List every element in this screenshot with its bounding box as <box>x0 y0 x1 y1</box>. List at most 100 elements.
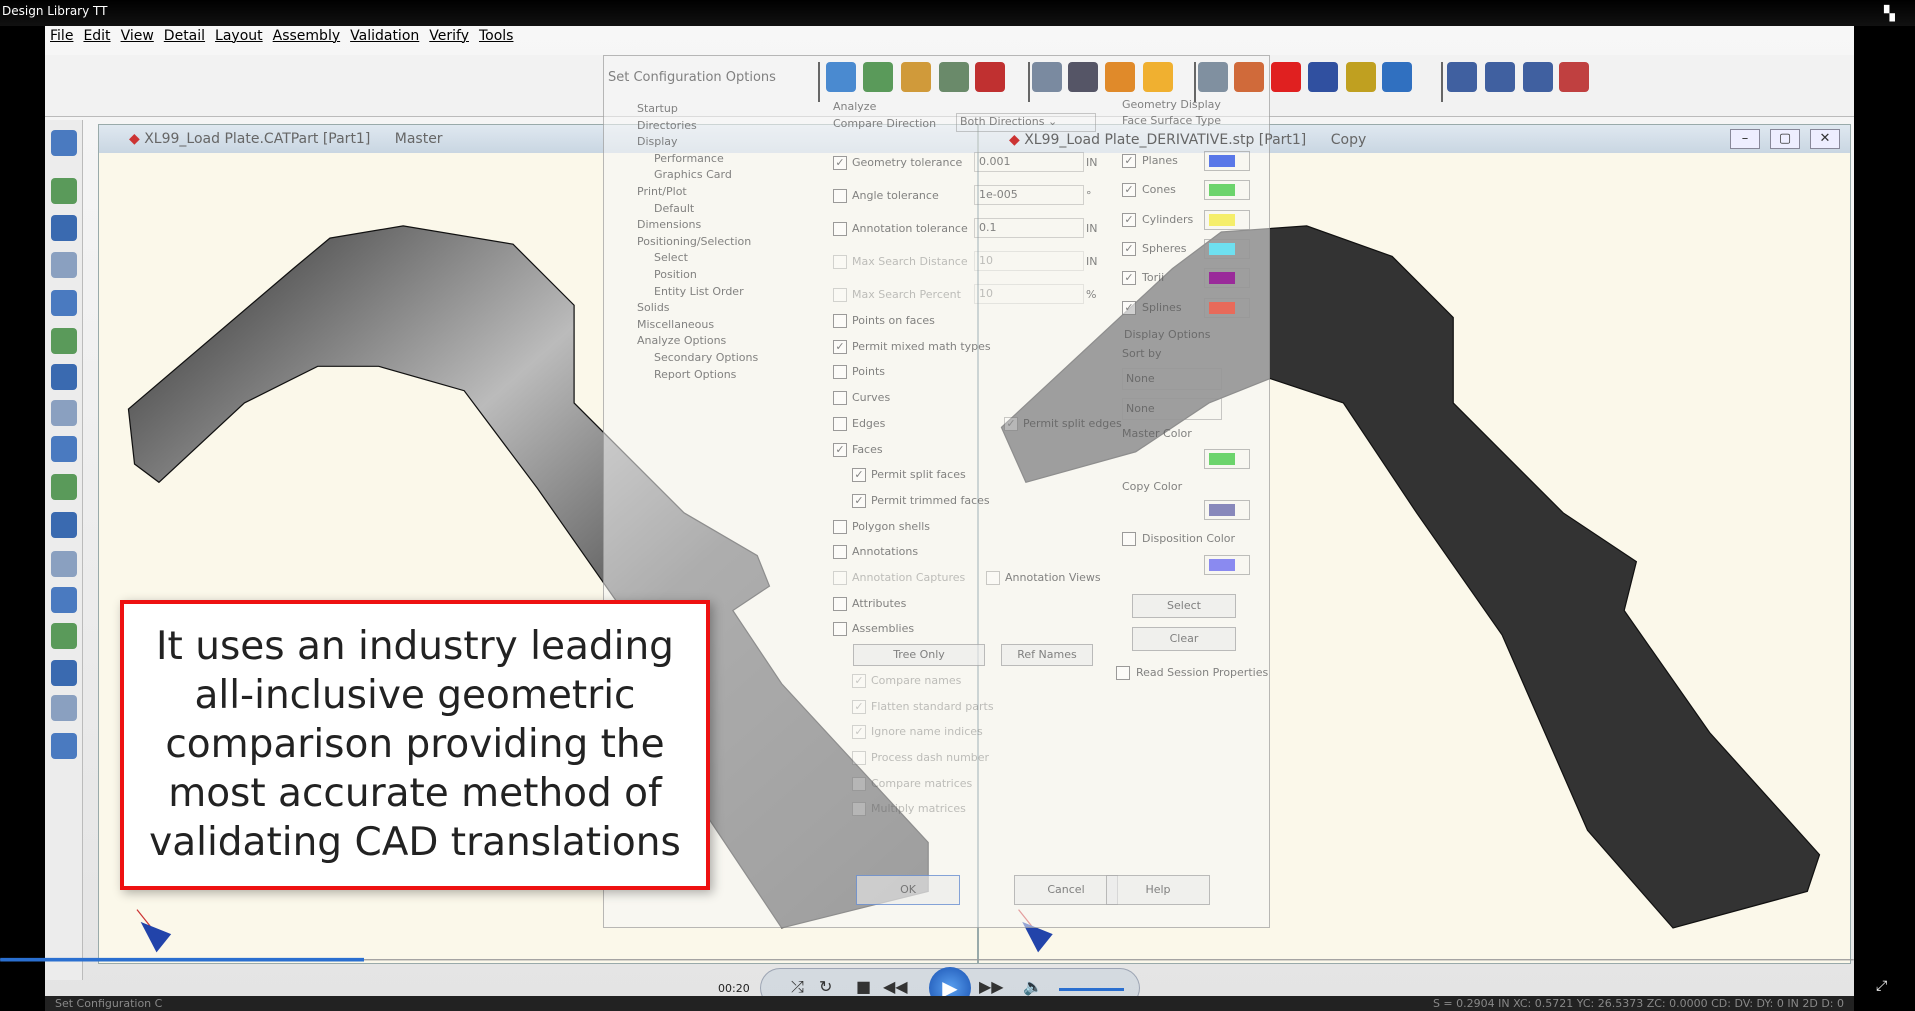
tree-item[interactable]: Dimensions <box>637 218 701 231</box>
surface-color-picker[interactable] <box>1204 180 1250 201</box>
surface-color-picker[interactable] <box>1204 268 1250 289</box>
close-button[interactable]: ✕ <box>1810 129 1840 149</box>
toolbar-button-icon[interactable] <box>900 62 931 92</box>
option-checkbox[interactable] <box>833 189 847 203</box>
toolbar-button-icon[interactable] <box>1142 62 1173 92</box>
toolbar-button-icon[interactable] <box>1234 62 1265 92</box>
toolbar-button-icon[interactable] <box>1446 62 1477 92</box>
next-button[interactable]: ▶▶ <box>979 977 1004 996</box>
stop-button[interactable]: ■ <box>856 977 871 996</box>
previous-button[interactable]: ◀◀ <box>883 977 908 996</box>
sort-by-select-1[interactable]: None <box>1122 368 1222 390</box>
tree-item[interactable]: Performance <box>654 152 724 165</box>
compare-direction-select[interactable]: Both Directions ⌄ <box>956 113 1096 132</box>
toolbar-button-icon[interactable] <box>1382 62 1413 92</box>
tree-item[interactable]: Report Options <box>654 368 736 381</box>
tree-item[interactable]: Entity List Order <box>654 285 744 298</box>
repeat-button[interactable]: ↻ <box>819 977 832 996</box>
tree-item[interactable]: Analyze Options <box>637 334 726 347</box>
read-session-checkbox[interactable] <box>1116 666 1130 680</box>
option-checkbox[interactable] <box>833 622 847 637</box>
disposition-color-picker[interactable] <box>1204 555 1250 575</box>
option-checkbox[interactable]: ✓ <box>852 673 866 688</box>
tool-icon[interactable] <box>51 215 77 242</box>
option-checkbox[interactable] <box>833 571 847 585</box>
clear-button[interactable]: Clear <box>1132 627 1236 651</box>
toolbar-button-icon[interactable] <box>1197 62 1228 92</box>
option-checkbox[interactable] <box>833 391 847 406</box>
toolbar-button-icon[interactable] <box>1307 62 1338 92</box>
toolbar-button-icon[interactable] <box>863 62 894 92</box>
toolbar-button-icon[interactable] <box>1345 62 1376 92</box>
option-checkbox[interactable] <box>833 222 847 236</box>
surface-color-picker[interactable] <box>1204 238 1250 259</box>
maximize-button[interactable]: ▢ <box>1770 129 1800 149</box>
toolbar-button-icon[interactable] <box>1031 62 1062 92</box>
tool-icon[interactable] <box>51 551 77 578</box>
tool-icon[interactable] <box>51 474 77 501</box>
tree-item[interactable]: Graphics Card <box>654 168 732 181</box>
tool-icon[interactable] <box>51 177 77 204</box>
toolbar-button-icon[interactable] <box>1068 62 1099 92</box>
tolerance-input[interactable]: 10 <box>974 251 1084 271</box>
option-checkbox[interactable] <box>852 750 866 765</box>
tool-icon[interactable] <box>51 289 77 316</box>
tool-icon[interactable] <box>51 129 77 156</box>
tree-item[interactable]: Default <box>654 202 694 215</box>
help-button[interactable]: Help <box>1106 875 1210 905</box>
toolbar-button-icon[interactable] <box>1559 62 1590 92</box>
option-checkbox[interactable] <box>833 255 847 269</box>
cancel-button[interactable]: Cancel <box>1014 875 1118 905</box>
surface-checkbox[interactable]: ✓ <box>1122 154 1136 168</box>
surface-color-picker[interactable] <box>1204 297 1250 318</box>
tool-icon[interactable] <box>51 733 77 760</box>
tolerance-input[interactable]: 0.1 <box>974 218 1084 238</box>
tolerance-input[interactable]: 10 <box>974 284 1084 304</box>
tool-icon[interactable] <box>51 252 77 279</box>
option-checkbox[interactable]: ✓ <box>852 725 866 740</box>
tool-icon[interactable] <box>51 364 77 391</box>
copy-color-picker[interactable] <box>1204 500 1250 520</box>
tool-icon[interactable] <box>51 327 77 354</box>
tree-item[interactable]: Startup <box>637 102 678 115</box>
surface-checkbox[interactable]: ✓ <box>1122 183 1136 198</box>
option-checkbox[interactable] <box>833 519 847 534</box>
option-checkbox[interactable]: ✓ <box>852 493 866 508</box>
surface-checkbox[interactable]: ✓ <box>1122 300 1136 315</box>
grid-icon[interactable]: ▚ <box>1884 6 1895 22</box>
toolbar-button-icon[interactable] <box>975 62 1006 92</box>
tool-icon[interactable] <box>51 512 77 539</box>
tree-option-button[interactable]: Tree Only <box>853 644 985 667</box>
volume-icon[interactable]: 🔈 <box>1023 977 1043 996</box>
ok-button[interactable]: OK <box>856 875 960 905</box>
toolbar-button-icon[interactable] <box>1271 62 1302 92</box>
surface-checkbox[interactable]: ✓ <box>1122 271 1136 286</box>
tree-item[interactable]: Position <box>654 268 697 281</box>
tree-option-button[interactable]: Ref Names <box>1001 644 1093 667</box>
option-checkbox[interactable]: ✓ <box>1004 416 1018 431</box>
toolbar-button-icon[interactable] <box>1522 62 1553 92</box>
option-checkbox[interactable] <box>833 314 847 328</box>
option-checkbox[interactable] <box>833 365 847 380</box>
tree-item[interactable]: Solids <box>637 301 670 314</box>
surface-checkbox[interactable]: ✓ <box>1122 212 1136 227</box>
tree-item[interactable]: Positioning/Selection <box>637 235 751 248</box>
surface-checkbox[interactable]: ✓ <box>1122 241 1136 256</box>
tool-icon[interactable] <box>51 695 77 722</box>
fullscreen-icon[interactable]: ⤢ <box>1876 978 1887 994</box>
minimize-button[interactable]: – <box>1730 129 1760 149</box>
toolbar-button-icon[interactable] <box>938 62 969 92</box>
option-checkbox[interactable] <box>833 288 847 302</box>
tree-item[interactable]: Print/Plot <box>637 185 687 198</box>
toolbar-button-icon[interactable] <box>1104 62 1135 92</box>
tool-icon[interactable] <box>51 586 77 613</box>
tolerance-input[interactable]: 0.001 <box>974 152 1084 172</box>
tree-item[interactable]: Display <box>637 135 678 148</box>
option-checkbox[interactable]: ✓ <box>833 339 847 354</box>
tool-icon[interactable] <box>51 623 77 650</box>
toolbar-button-icon[interactable] <box>826 62 857 92</box>
disposition-color-checkbox[interactable] <box>1122 532 1136 546</box>
master-color-picker[interactable] <box>1204 449 1250 469</box>
option-checkbox[interactable]: ✓ <box>852 468 866 483</box>
tolerance-input[interactable]: 1e-005 <box>974 185 1084 205</box>
